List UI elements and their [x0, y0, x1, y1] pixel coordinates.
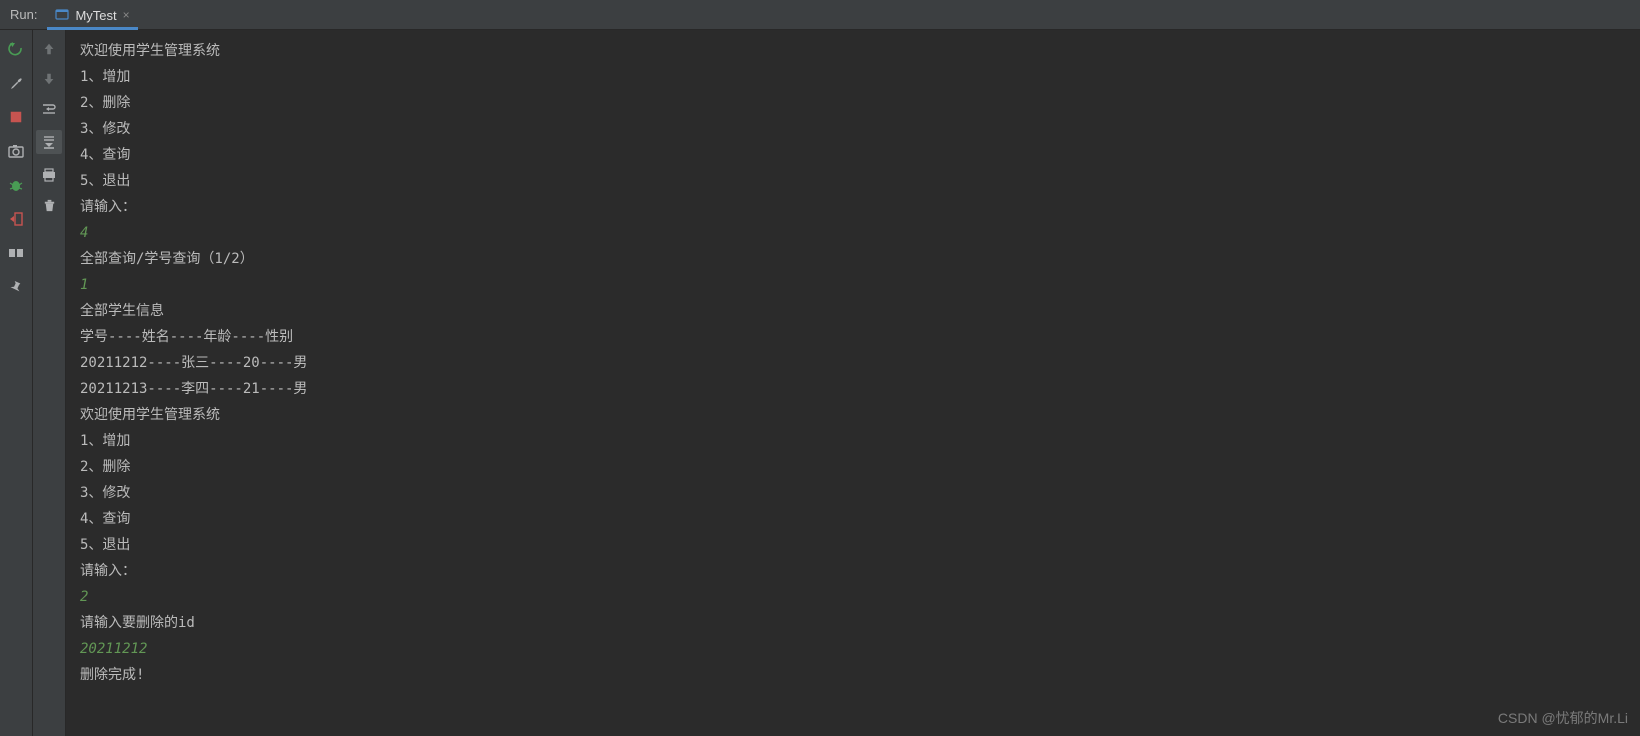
console-output-line: 3、修改 — [80, 480, 1626, 506]
console-output-line: 请输入要删除的id — [80, 610, 1626, 636]
console-output-line: 20211212----张三----20----男 — [80, 350, 1626, 376]
close-icon[interactable]: × — [123, 8, 130, 22]
console-output-line: 4、查询 — [80, 142, 1626, 168]
console-input-line: 4 — [80, 220, 1626, 246]
console-output-line: 欢迎使用学生管理系统 — [80, 38, 1626, 64]
console-input-line: 1 — [80, 272, 1626, 298]
tab-label: MyTest — [75, 8, 116, 23]
pin-icon[interactable] — [7, 278, 25, 296]
exit-icon[interactable] — [7, 210, 25, 228]
up-arrow-icon[interactable] — [40, 40, 58, 58]
trash-icon[interactable] — [40, 196, 58, 214]
console-output[interactable]: 欢迎使用学生管理系统1、增加2、删除3、修改4、查询5、退出请输入：4全部查询/… — [66, 30, 1640, 736]
primary-toolbar — [0, 30, 33, 736]
console-output-line: 请输入： — [80, 558, 1626, 584]
rerun-icon[interactable] — [7, 40, 25, 58]
down-arrow-icon[interactable] — [40, 70, 58, 88]
console-output-line: 2、删除 — [80, 454, 1626, 480]
console-output-line: 20211213----李四----21----男 — [80, 376, 1626, 402]
soft-wrap-icon[interactable] — [40, 100, 58, 118]
console-output-line: 2、删除 — [80, 90, 1626, 116]
layout-icon[interactable] — [7, 244, 25, 262]
console-output-line: 5、退出 — [80, 532, 1626, 558]
console-output-line: 1、增加 — [80, 428, 1626, 454]
console-output-line: 4、查询 — [80, 506, 1626, 532]
console-output-line: 全部学生信息 — [80, 298, 1626, 324]
wrench-icon[interactable] — [7, 74, 25, 92]
console-output-line: 1、增加 — [80, 64, 1626, 90]
run-config-icon — [55, 8, 69, 22]
run-label: Run: — [0, 7, 47, 22]
watermark: CSDN @忧郁的Mr.Li — [1498, 708, 1628, 728]
debug-icon[interactable] — [7, 176, 25, 194]
console-output-line: 学号----姓名----年龄----性别 — [80, 324, 1626, 350]
console-output-line: 全部查询/学号查询（1/2） — [80, 246, 1626, 272]
console-input-line: 20211212 — [80, 636, 1626, 662]
console-output-line: 欢迎使用学生管理系统 — [80, 402, 1626, 428]
secondary-toolbar — [33, 30, 66, 736]
console-output-line: 删除完成! — [80, 662, 1626, 688]
console-output-line: 3、修改 — [80, 116, 1626, 142]
console-input-line: 2 — [80, 584, 1626, 610]
scroll-to-end-icon[interactable] — [36, 130, 62, 154]
console-output-line: 请输入： — [80, 194, 1626, 220]
stop-icon[interactable] — [7, 108, 25, 126]
camera-icon[interactable] — [7, 142, 25, 160]
run-tool-header: Run: MyTest × — [0, 0, 1640, 30]
console-output-line: 5、退出 — [80, 168, 1626, 194]
print-icon[interactable] — [40, 166, 58, 184]
run-tab[interactable]: MyTest × — [47, 4, 137, 30]
